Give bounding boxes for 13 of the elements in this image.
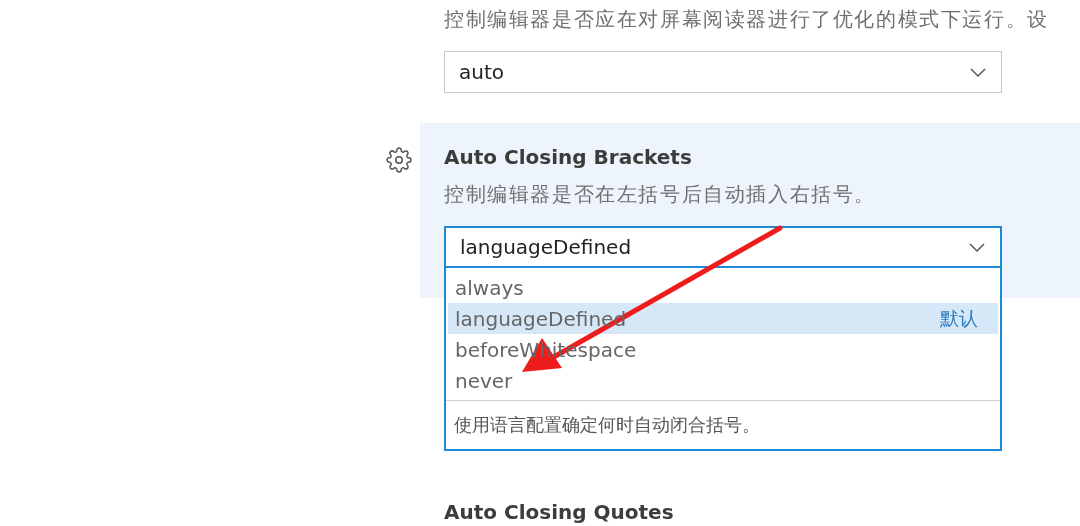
chevron-down-icon — [969, 66, 987, 78]
option-description: 使用语言配置确定何时自动闭合括号。 — [446, 400, 1000, 449]
gear-icon[interactable] — [386, 147, 412, 173]
setting-title: Auto Closing Brackets — [444, 145, 693, 169]
setting-title: Auto Closing Quotes — [444, 500, 675, 524]
dropdown-select[interactable]: auto — [444, 51, 1002, 93]
chevron-down-icon — [968, 241, 986, 253]
dropdown-option[interactable]: never — [448, 365, 998, 396]
dropdown-option[interactable]: always — [448, 272, 998, 303]
default-label: 默认 — [940, 305, 978, 331]
setting-description: 控制编辑器是否在左括号后自动插入右括号。 — [444, 181, 877, 208]
setting-description: 控制编辑器是否应在对屏幕阅读器进行了优化的模式下运行。设 — [444, 6, 1050, 33]
dropdown-select[interactable]: languageDefined — [444, 226, 1002, 268]
